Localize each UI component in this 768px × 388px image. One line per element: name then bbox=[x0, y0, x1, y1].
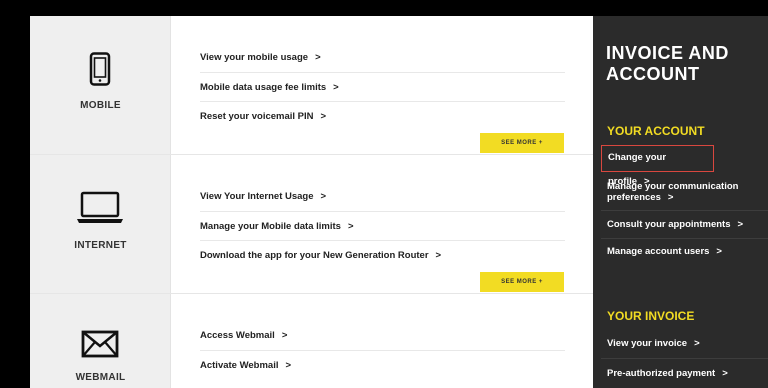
webmail-panel: WEBMAIL bbox=[30, 294, 171, 388]
link-label: View Your Internet Usage bbox=[200, 191, 314, 202]
chevron-right-icon: > bbox=[320, 191, 327, 202]
link-label: View your mobile usage bbox=[200, 52, 309, 63]
chevron-right-icon: > bbox=[694, 338, 700, 349]
chevron-right-icon: > bbox=[315, 52, 321, 63]
sidebar-item-label: Manage account users bbox=[607, 246, 710, 257]
sidebar-item-appointments[interactable]: Consult your appointments > bbox=[601, 211, 768, 239]
link-label: Access Webmail bbox=[200, 330, 275, 341]
sidebar-item-label: Consult your appointments bbox=[607, 219, 731, 230]
link-activate-webmail[interactable]: Activate Webmail > bbox=[200, 351, 565, 381]
webmail-links: Access Webmail > Activate Webmail > bbox=[200, 321, 565, 380]
webmail-section: WEBMAIL Access Webmail > Activate Webmail… bbox=[30, 294, 593, 388]
link-label: Manage your Mobile data limits bbox=[200, 220, 341, 232]
sidebar-item-change-profile[interactable]: Change your profile > bbox=[601, 145, 714, 187]
chevron-right-icon: > bbox=[347, 220, 354, 232]
sidebar-item-label: Pre-authorized payment bbox=[607, 368, 716, 379]
internet-section: INTERNET View Your Internet Usage > Manag… bbox=[30, 155, 593, 294]
mobile-see-more-button[interactable]: SEE MORE + bbox=[480, 133, 564, 153]
chevron-right-icon: > bbox=[722, 368, 728, 379]
mobile-section: MOBILE View your mobile usage > Mobile da… bbox=[30, 16, 593, 155]
link-manage-mobile-data-limits[interactable]: Manage your Mobile data limits > bbox=[200, 212, 565, 241]
internet-links: View Your Internet Usage > Manage your Mo… bbox=[200, 182, 565, 271]
link-view-internet-usage[interactable]: View Your Internet Usage > bbox=[200, 182, 565, 212]
chevron-right-icon: > bbox=[737, 219, 744, 230]
chevron-right-icon: > bbox=[285, 359, 292, 371]
invoice-account-sidebar: INVOICE AND ACCOUNT YOUR ACCOUNT Change … bbox=[593, 16, 768, 388]
link-label: Download the app for your New Generation… bbox=[200, 250, 429, 261]
your-account-heading: YOUR ACCOUNT bbox=[607, 124, 705, 138]
chevron-right-icon: > bbox=[320, 111, 327, 122]
sidebar-item-communication-preferences[interactable]: Manage your communication preferences > bbox=[601, 180, 768, 211]
link-access-webmail[interactable]: Access Webmail > bbox=[200, 321, 565, 351]
internet-label: INTERNET bbox=[74, 240, 127, 251]
link-label: Mobile data usage fee limits bbox=[200, 81, 327, 93]
mobile-panel: MOBILE bbox=[30, 16, 171, 154]
internet-panel: INTERNET bbox=[30, 155, 171, 293]
chevron-right-icon: > bbox=[716, 246, 722, 257]
laptop-icon bbox=[77, 191, 123, 223]
your-invoice-heading: YOUR INVOICE bbox=[607, 309, 695, 323]
sidebar-title: INVOICE AND ACCOUNT bbox=[606, 43, 729, 84]
webmail-label: WEBMAIL bbox=[75, 372, 126, 383]
sidebar-item-pre-authorized-payment[interactable]: Pre-authorized payment > bbox=[601, 359, 768, 387]
mobile-label: MOBILE bbox=[80, 100, 121, 111]
mobile-links: View your mobile usage > Mobile data usag… bbox=[200, 43, 565, 132]
sidebar-item-label: View your invoice bbox=[607, 338, 688, 349]
link-label: Reset your voicemail PIN bbox=[200, 111, 314, 122]
chevron-right-icon: > bbox=[667, 192, 674, 203]
chevron-right-icon: > bbox=[333, 81, 339, 93]
envelope-icon bbox=[81, 330, 119, 358]
link-download-router-app[interactable]: Download the app for your New Generation… bbox=[200, 241, 565, 271]
link-reset-voicemail-pin[interactable]: Reset your voicemail PIN > bbox=[200, 102, 565, 132]
link-view-mobile-usage[interactable]: View your mobile usage > bbox=[200, 43, 565, 73]
chevron-right-icon: > bbox=[435, 250, 442, 261]
chevron-right-icon: > bbox=[281, 330, 288, 341]
link-label: Activate Webmail bbox=[200, 359, 279, 371]
internet-see-more-button[interactable]: SEE MORE + bbox=[480, 272, 564, 292]
sidebar-item-account-users[interactable]: Manage account users > bbox=[601, 239, 768, 267]
link-mobile-data-fee-limits[interactable]: Mobile data usage fee limits > bbox=[200, 73, 565, 102]
mobile-phone-icon bbox=[89, 52, 111, 86]
sidebar-item-view-invoice[interactable]: View your invoice > bbox=[601, 332, 768, 359]
